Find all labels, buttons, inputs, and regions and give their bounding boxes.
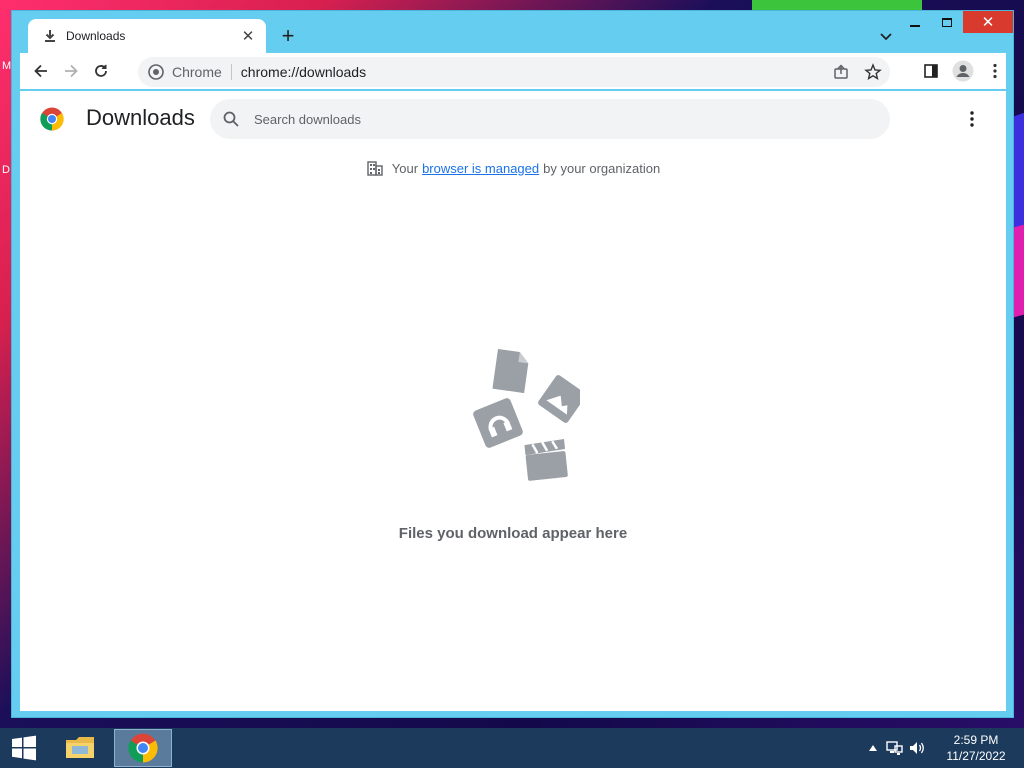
browser-menu-button[interactable] [980,56,1010,86]
chrome-site-icon [148,64,164,80]
browser-toolbar: Chrome chrome://downloads [20,53,1006,89]
chevron-up-icon [869,745,877,751]
clock-time: 2:59 PM [953,733,999,747]
speaker-icon [910,742,924,754]
minimize-icon [910,25,920,27]
back-arrow-icon [34,64,47,78]
minimize-button[interactable] [899,11,931,33]
image-icon [538,375,580,423]
taskbar-file-explorer[interactable] [52,729,110,767]
managed-suffix: by your organization [543,160,661,176]
building-icon [367,161,383,176]
bookmark-star-icon[interactable] [864,63,882,81]
video-clapperboard-icon [524,439,568,481]
tab-title: Downloads [66,29,126,43]
network-icon [886,741,903,755]
managed-link[interactable]: browser is managed [422,161,539,176]
search-input[interactable] [254,111,854,127]
address-separator [230,64,232,80]
tab-search-chevron-icon[interactable] [878,28,894,44]
managed-notice: Your browser is managed by your organiza… [20,159,1006,177]
site-label: Chrome [172,64,222,80]
back-button[interactable] [26,56,56,86]
close-window-button[interactable]: ✕ [963,11,1013,33]
close-icon: ✕ [981,14,995,31]
download-icon [45,30,55,42]
network-tray-button[interactable] [884,737,906,759]
empty-downloads-illustration [473,349,580,481]
maximize-button[interactable] [931,11,963,33]
address-actions [832,63,882,81]
avatar-icon [952,60,974,82]
chrome-taskbar-icon [128,733,158,763]
clock-date: 11/27/2022 [946,749,1006,763]
managed-prefix: Your [391,160,419,176]
tray-overflow-button[interactable] [862,737,884,759]
url-text[interactable]: chrome://downloads [241,64,832,80]
taskbar: 2:59 PM 11/27/2022 [0,728,1024,768]
taskbar-chrome[interactable] [114,729,172,767]
page-title: Downloads [86,105,195,130]
forward-button[interactable] [56,56,86,86]
browser-window: ✕ Downloads ✕ + Chrome chrome://download… [11,10,1014,718]
audio-file-icon [473,398,523,448]
new-tab-button[interactable]: + [276,25,300,49]
side-panel-icon [924,64,938,78]
folder-icon [66,737,94,758]
search-box[interactable] [210,99,890,139]
taskbar-clock[interactable]: 2:59 PM 11/27/2022 [936,732,1016,764]
desktop-edge-label: M [2,60,12,72]
maximize-icon [942,17,952,27]
reload-icon [95,64,107,77]
window-controls: ✕ [899,11,1013,33]
reload-button[interactable] [86,56,116,86]
downloads-menu-icon[interactable] [962,109,982,129]
windows-logo-icon [12,735,36,761]
downloads-page: Downloads Your browser is managed by you [20,91,1006,711]
share-icon[interactable] [832,63,850,81]
start-button[interactable] [0,728,48,768]
empty-state-message: Files you download appear here [398,525,628,542]
document-icon [492,349,529,394]
side-panel-button[interactable] [916,56,946,86]
kebab-menu-icon [993,63,997,79]
profile-button[interactable] [948,56,978,86]
forward-arrow-icon [65,64,78,78]
tab-downloads[interactable]: Downloads ✕ [28,19,266,53]
system-tray: 2:59 PM 11/27/2022 [862,728,1024,768]
search-icon [223,111,239,127]
tab-close-button[interactable]: ✕ [240,27,256,45]
address-bar[interactable]: Chrome chrome://downloads [138,57,890,87]
volume-tray-button[interactable] [906,737,928,759]
chrome-logo-icon [40,107,64,131]
desktop-edge-label: D [2,164,10,176]
